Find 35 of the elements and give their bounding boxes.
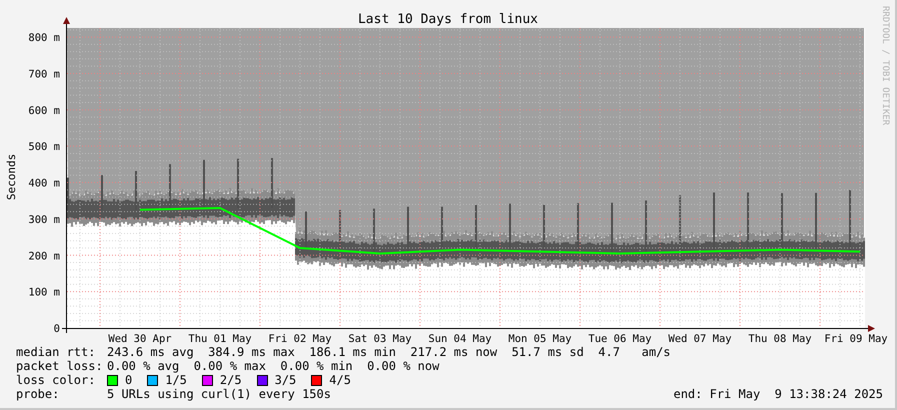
y-tick-label: 400 m: [28, 178, 60, 190]
end-time-text: end: Fri May 9 13:38:24 2025: [673, 387, 883, 401]
chart-title: Last 10 Days from linux: [358, 12, 538, 27]
legend-stats-text: 243.6 ms avg 384.9 ms max 186.1 ms min 217.2 ms now 51.7 ms sd 4.7 am/s: [107, 345, 671, 359]
x-tick-label: Wed 07 May: [668, 333, 732, 345]
y-tick-label: 500 m: [28, 141, 60, 154]
probe-text: 5 URLs using curl(1) every 150s: [107, 387, 331, 401]
loss-color-label: 2/5: [220, 373, 242, 387]
loss-color-label: 4/5: [329, 373, 351, 387]
y-axis-label: Seconds: [5, 154, 18, 200]
loss-color-label: 0: [125, 373, 132, 387]
legend-label: loss color:: [16, 373, 96, 387]
x-tick-label: Fri 09 May: [824, 333, 888, 345]
x-tick-label: Thu 01 May: [188, 333, 252, 345]
x-tick-label: Sat 03 May: [348, 333, 412, 345]
y-tick-label: 700 m: [28, 68, 60, 80]
x-tick-label: Fri 02 May: [268, 333, 332, 345]
legend-label: packet loss:: [16, 359, 104, 373]
x-tick-label: Tue 06 May: [588, 333, 652, 345]
legend-label: probe:: [16, 387, 60, 401]
x-tick-label: Thu 08 May: [748, 333, 812, 345]
y-tick-label: 600 m: [28, 104, 60, 117]
watermark-text: RRDTOOL / TOBI OETIKER: [880, 6, 890, 126]
x-tick-label: Wed 30 Apr: [108, 333, 172, 345]
legend-stats-text: 0.00 % avg 0.00 % max 0.00 % min 0.00 % now: [107, 359, 440, 373]
y-tick-label: 200 m: [28, 250, 60, 262]
y-tick-label: 0: [54, 323, 60, 335]
loss-color-label: 3/5: [274, 373, 296, 387]
y-tick-label: 300 m: [28, 214, 60, 226]
loss-color-label: 1/5: [165, 373, 187, 387]
x-tick-label: Mon 05 May: [508, 333, 572, 345]
legend-label: median rtt:: [16, 345, 96, 359]
y-tick-label: 100 m: [28, 286, 60, 299]
y-tick-label: 800 m: [28, 32, 60, 44]
x-tick-label: Sun 04 May: [428, 333, 492, 345]
